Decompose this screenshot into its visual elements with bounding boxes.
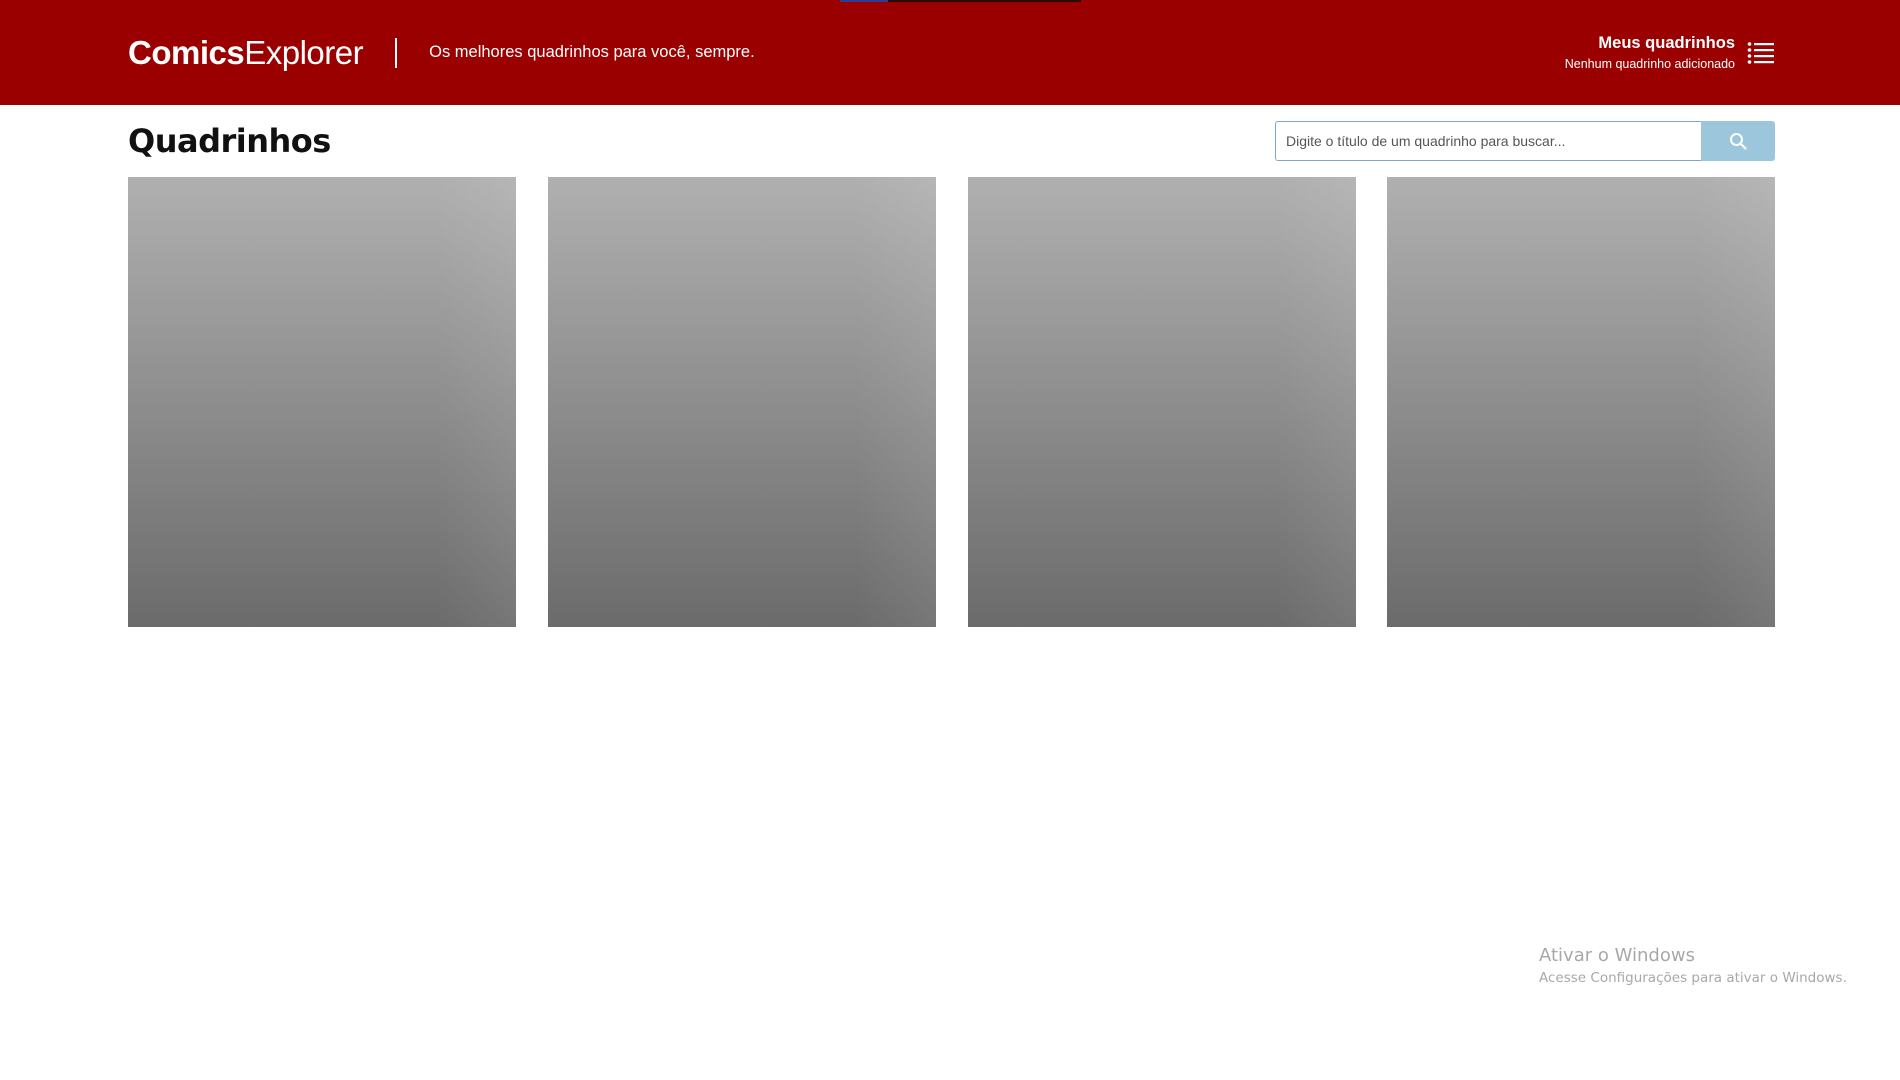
watermark-subtitle: Acesse Configurações para ativar o Windo…	[1539, 970, 1847, 986]
logo-light: Explorer	[244, 33, 364, 71]
brand-group: ComicsExplorer Os melhores quadrinhos pa…	[128, 34, 755, 72]
search-input[interactable]	[1275, 121, 1701, 161]
logo-bold: Comics	[128, 33, 245, 71]
comic-card-placeholder[interactable]	[968, 177, 1356, 627]
comics-grid	[128, 177, 1775, 627]
comic-card-placeholder[interactable]	[128, 177, 516, 627]
header-inner: ComicsExplorer Os melhores quadrinhos pa…	[128, 0, 1775, 105]
list-icon[interactable]	[1747, 40, 1775, 66]
watermark-title: Ativar o Windows	[1539, 945, 1695, 966]
my-comics-title: Meus quadrinhos	[1598, 34, 1735, 52]
search-icon	[1730, 133, 1747, 150]
top-header: ComicsExplorer Os melhores quadrinhos pa…	[0, 0, 1900, 105]
my-comics-text: Meus quadrinhos Nenhum quadrinho adicion…	[1565, 34, 1735, 71]
content-header: Quadrinhos	[128, 121, 1775, 161]
my-comics-button[interactable]: Meus quadrinhos Nenhum quadrinho adicion…	[1565, 34, 1775, 71]
header-divider	[395, 37, 398, 68]
page-title: Quadrinhos	[128, 122, 331, 160]
comic-card-placeholder[interactable]	[548, 177, 936, 627]
my-comics-subtitle: Nenhum quadrinho adicionado	[1564, 57, 1735, 71]
comic-card-placeholder[interactable]	[1387, 177, 1775, 627]
logo[interactable]: ComicsExplorer	[128, 33, 364, 72]
search-button[interactable]	[1701, 121, 1775, 161]
tagline: Os melhores quadrinhos para você, sempre…	[429, 43, 755, 61]
search-box	[1275, 121, 1775, 161]
windows-activation-watermark: Ativar o Windows Acesse Configurações pa…	[1539, 945, 1847, 986]
